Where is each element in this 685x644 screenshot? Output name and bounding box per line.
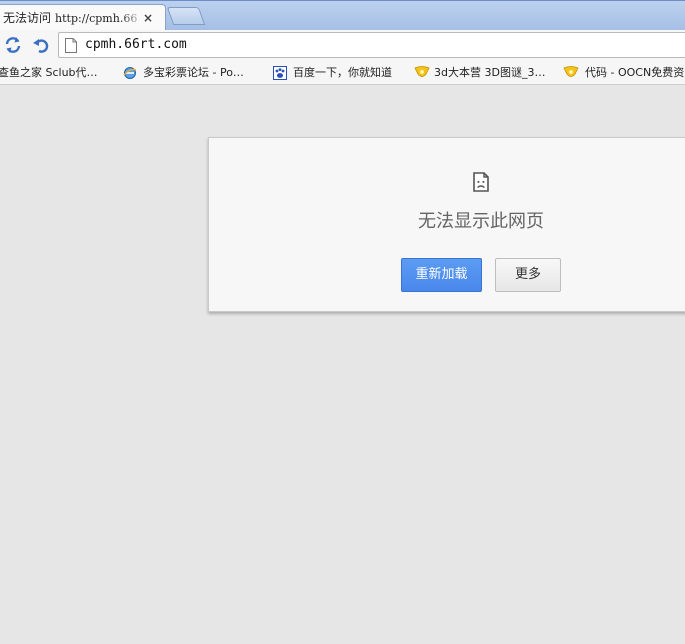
reload-button[interactable]: 重新加载 xyxy=(401,258,482,292)
yellow-badge-icon xyxy=(414,66,430,80)
ie-globe-icon xyxy=(123,66,137,80)
new-tab-button[interactable] xyxy=(166,7,206,25)
page-icon xyxy=(65,38,77,53)
sad-page-icon xyxy=(473,172,489,192)
bookmark-label: 百度一下，你就知道 xyxy=(293,66,392,79)
bookmark-item[interactable]: 3d大本营 3D图谜_3… xyxy=(414,64,559,82)
bookmark-label: 多宝彩票论坛 - Po… xyxy=(143,66,244,79)
refresh-icon[interactable] xyxy=(3,35,23,55)
bookmark-item[interactable]: 多宝彩票论坛 - Po… xyxy=(123,64,263,82)
yellow-badge-icon xyxy=(563,66,579,80)
bookmarks-bar: 查鱼之家 Sclub代… 多宝彩票论坛 - Po… 百度一下，你就知道 3d大本… xyxy=(0,61,685,85)
tab-current[interactable]: 无法访问 http://cpmh.66 × xyxy=(0,4,166,31)
bookmark-label: 查鱼之家 Sclub代… xyxy=(0,66,98,79)
undo-icon[interactable] xyxy=(31,35,51,55)
address-bar[interactable]: cpmh.66rt.com xyxy=(58,32,685,58)
bookmark-item[interactable]: 百度一下，你就知道 xyxy=(273,64,408,82)
error-card: 无法显示此网页 重新加载 更多 xyxy=(208,137,685,312)
baidu-paw-icon xyxy=(273,66,287,80)
error-title: 无法显示此网页 xyxy=(418,211,544,232)
bookmark-item[interactable]: 查鱼之家 Sclub代… xyxy=(0,64,110,82)
bookmark-item[interactable]: 代码 - OOCN免费资 xyxy=(563,64,685,82)
tab-close-icon[interactable]: × xyxy=(142,11,154,25)
bookmark-label: 代码 - OOCN免费资 xyxy=(585,66,685,79)
bookmark-label: 3d大本营 3D图谜_3… xyxy=(434,66,546,79)
more-button[interactable]: 更多 xyxy=(495,258,561,292)
address-text: cpmh.66rt.com xyxy=(85,37,187,52)
tab-title-text: 无法访问 xyxy=(3,11,52,25)
tab-strip: 无法访问 http://cpmh.66 × xyxy=(0,0,685,31)
toolbar: cpmh.66rt.com xyxy=(0,30,685,61)
